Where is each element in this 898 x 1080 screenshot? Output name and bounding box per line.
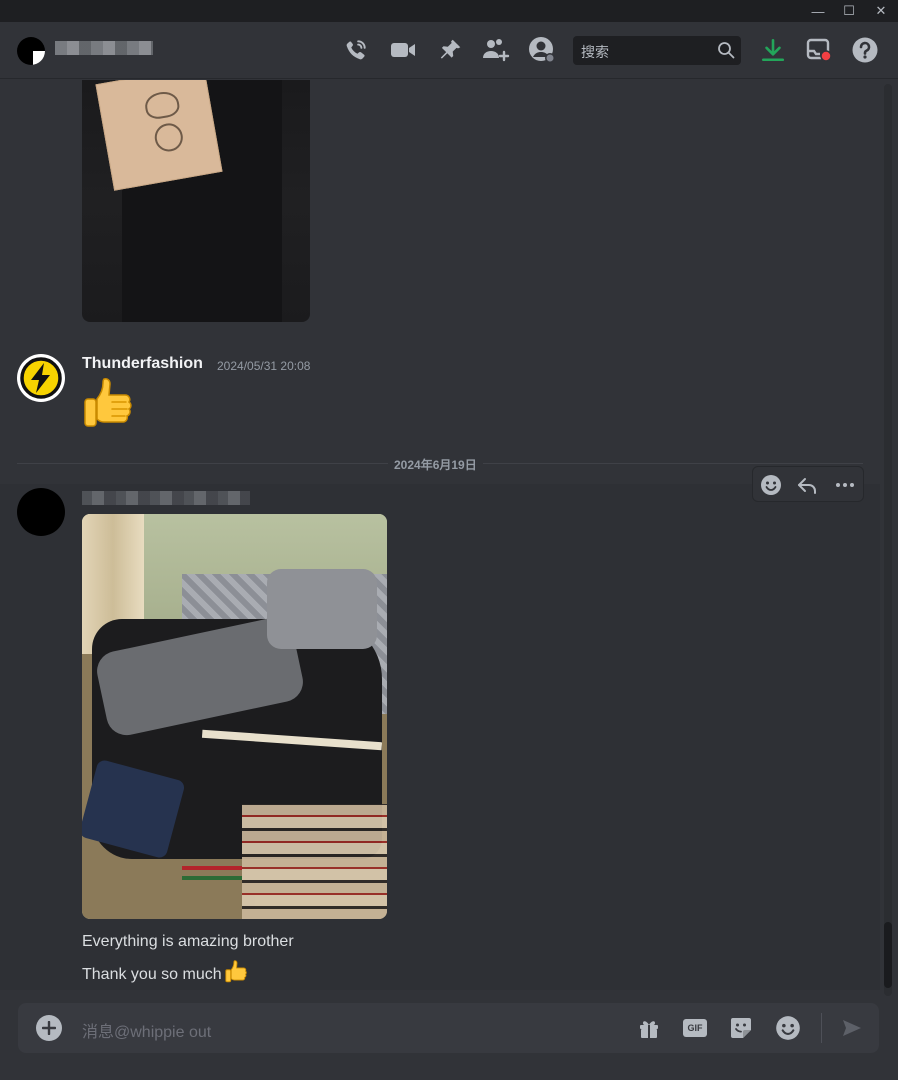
channel-header: 搜索 <box>0 22 898 79</box>
lightning-logo-icon <box>20 357 62 399</box>
send-icon <box>843 1020 861 1036</box>
search-icon <box>717 41 735 64</box>
download-icon[interactable] <box>758 35 788 65</box>
dm-username-redacted[interactable] <box>55 41 153 55</box>
message-text-content: Thank you so much <box>82 966 222 983</box>
minimize-button[interactable]: — <box>803 0 833 22</box>
message-input[interactable]: 消息@whippie out <box>82 1018 211 1042</box>
gift-button[interactable] <box>635 1014 663 1042</box>
message-composer: 消息@whippie out GIF <box>18 1003 879 1053</box>
search-box[interactable]: 搜索 <box>573 36 741 65</box>
scrollbar-track[interactable] <box>884 84 892 996</box>
profile-icon[interactable] <box>527 35 557 65</box>
reply-icon <box>798 478 816 494</box>
plus-icon <box>42 1021 56 1035</box>
scrollbar-thumb[interactable] <box>884 922 892 988</box>
message-text: Thank you so much 👍 <box>82 960 252 987</box>
emoji-button[interactable] <box>774 1014 802 1042</box>
avatar[interactable] <box>17 488 65 536</box>
dm-avatar[interactable] <box>17 37 45 65</box>
message-action-toolbar <box>752 466 864 502</box>
gift-icon <box>640 1021 658 1038</box>
document-in-photo <box>95 80 223 191</box>
gif-button[interactable]: GIF <box>681 1014 709 1042</box>
more-options-button[interactable] <box>831 471 859 499</box>
message-text: Everything is amazing brother <box>82 933 294 950</box>
photo-check-garment <box>242 804 387 919</box>
photo-green-stripe <box>182 876 242 880</box>
add-friend-icon[interactable] <box>481 35 511 65</box>
title-bar: — ☐ ✕ <box>0 0 898 22</box>
help-icon[interactable] <box>850 35 880 65</box>
emoji-icon <box>776 1016 800 1040</box>
avatar[interactable] <box>17 354 65 402</box>
search-placeholder: 搜索 <box>581 44 609 60</box>
sticker-icon <box>731 1018 751 1038</box>
maximize-button[interactable]: ☐ <box>834 0 864 22</box>
message-timestamp: 2024/05/31 20:08 <box>217 359 311 373</box>
image-attachment[interactable] <box>82 80 310 322</box>
thumbs-up-icon <box>224 960 247 983</box>
gif-icon: GIF <box>683 1019 707 1037</box>
image-attachment[interactable] <box>82 514 387 919</box>
thumbs-up-emoji: 👍 <box>82 375 138 438</box>
thumbs-up-emoji: 👍 <box>224 960 252 987</box>
send-button[interactable] <box>838 1014 866 1042</box>
phone-call-icon[interactable] <box>341 35 371 65</box>
inbox-icon[interactable] <box>804 35 834 65</box>
thumbs-up-icon <box>84 378 132 427</box>
composer-separator <box>821 1013 822 1043</box>
video-call-icon[interactable] <box>388 35 418 65</box>
message-author[interactable]: Thunderfashion <box>82 355 203 373</box>
more-icon <box>836 483 854 487</box>
upload-button[interactable] <box>36 1015 62 1041</box>
pin-icon[interactable] <box>435 35 465 65</box>
emoji-icon <box>761 475 781 495</box>
close-button[interactable]: ✕ <box>866 0 896 22</box>
date-divider-label: 2024年6月19日 <box>388 456 483 473</box>
photo-red-stripe <box>182 866 242 870</box>
reply-button[interactable] <box>793 471 821 499</box>
message-author-redacted[interactable] <box>82 491 250 505</box>
photo-grey-garment <box>267 569 377 649</box>
sticker-button[interactable] <box>727 1014 755 1042</box>
add-reaction-button[interactable] <box>757 471 785 499</box>
